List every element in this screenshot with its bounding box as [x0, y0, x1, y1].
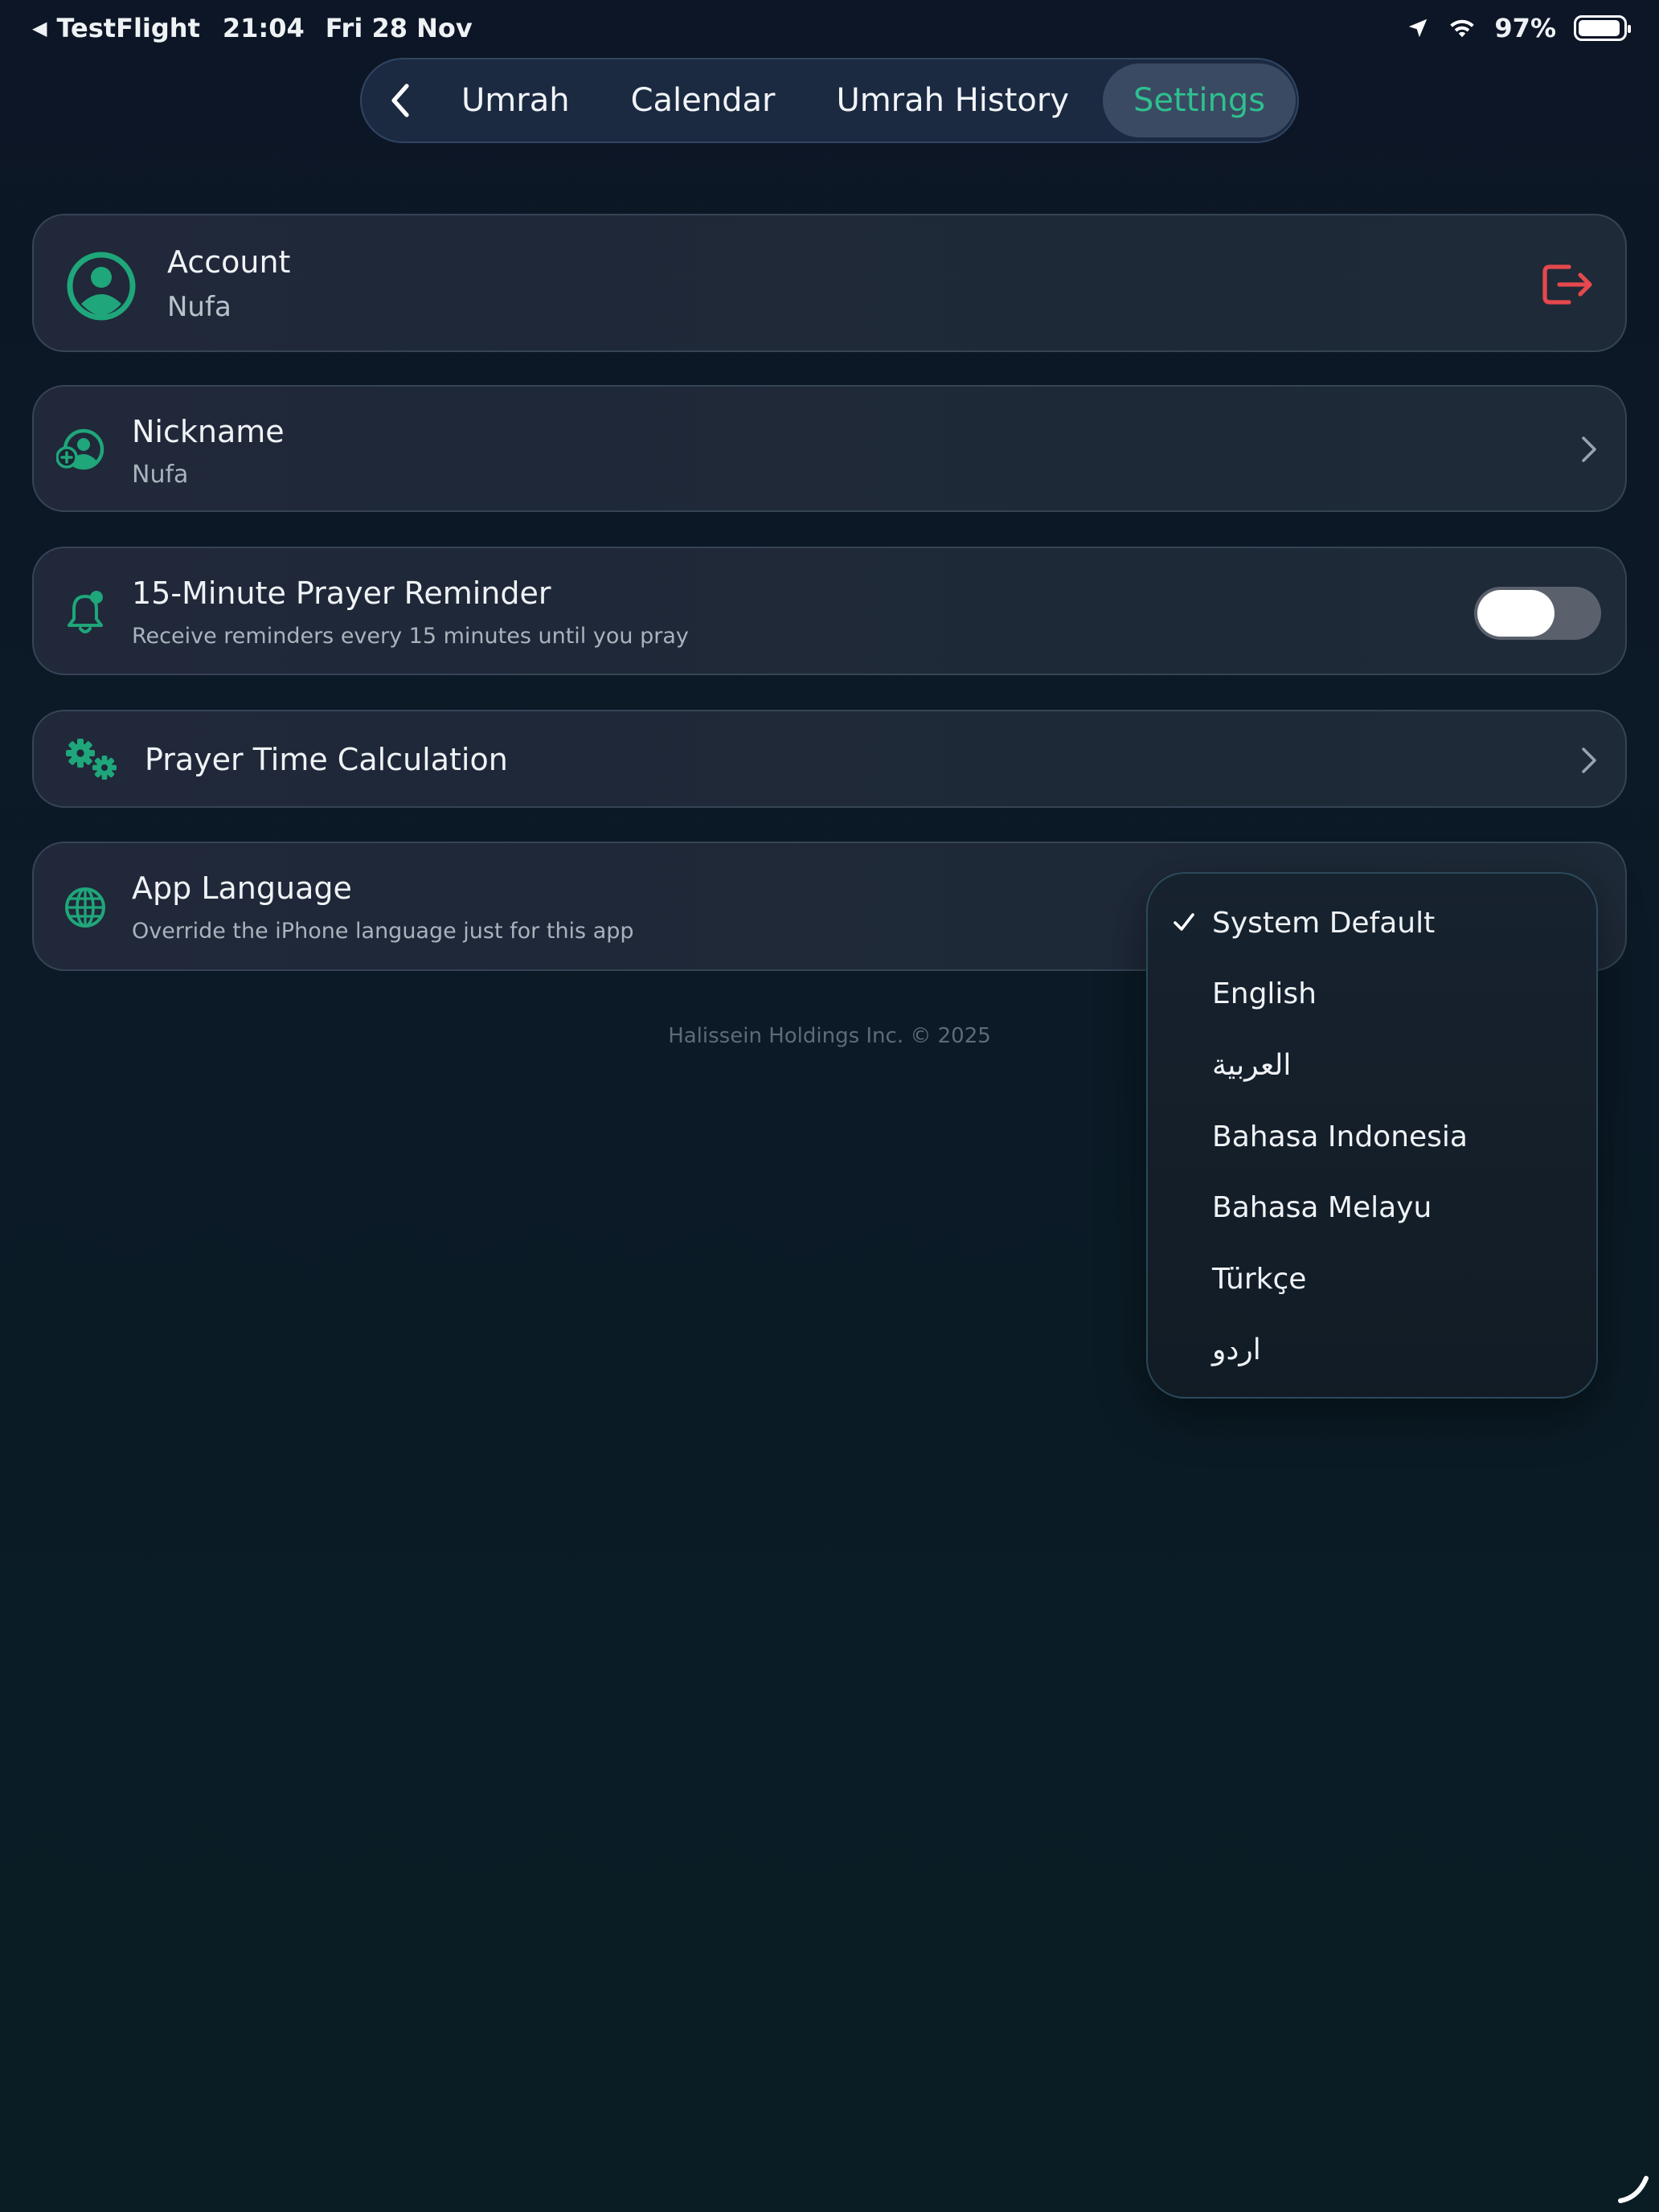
language-dropdown-menu: System Default English العربية Bahasa In… — [1146, 872, 1598, 1399]
language-option-bahasa-melayu[interactable]: Bahasa Melayu — [1148, 1172, 1596, 1243]
account-name: Nufa — [167, 291, 231, 323]
globe-icon — [65, 887, 105, 928]
account-title: Account — [167, 244, 291, 280]
nickname-value: Nufa — [132, 461, 189, 489]
status-time: 21:04 — [222, 13, 305, 43]
battery-icon — [1574, 15, 1631, 41]
nickname-row[interactable]: Nickname Nufa — [32, 385, 1627, 512]
language-option-english[interactable]: English — [1148, 958, 1596, 1029]
language-option-label: System Default — [1212, 906, 1436, 940]
reminder-title: 15-Minute Prayer Reminder — [132, 576, 551, 611]
location-arrow-icon — [1409, 18, 1428, 38]
language-option-label: العربية — [1212, 1048, 1292, 1082]
tab-settings[interactable]: Settings — [1103, 63, 1296, 137]
corner-gesture-icon — [1618, 2176, 1649, 2203]
top-tab-bar: Umrah Calendar Umrah History Settings — [360, 58, 1299, 143]
language-option-turkish[interactable]: Türkçe — [1148, 1243, 1596, 1314]
gears-icon — [66, 739, 117, 780]
language-option-label: English — [1212, 977, 1317, 1010]
bell-icon — [68, 591, 103, 633]
back-app-label[interactable]: TestFlight — [56, 13, 199, 43]
back-button[interactable] — [370, 59, 431, 141]
reminder-toggle[interactable] — [1474, 587, 1601, 640]
language-option-label: Türkçe — [1212, 1262, 1307, 1296]
tab-calendar[interactable]: Calendar — [600, 63, 806, 137]
language-title: App Language — [132, 870, 352, 906]
language-option-label: Bahasa Indonesia — [1212, 1120, 1468, 1153]
checkmark-icon — [1174, 913, 1194, 931]
sign-out-icon[interactable] — [1540, 260, 1595, 309]
chevron-right-icon — [1582, 748, 1596, 773]
chevron-right-icon — [1582, 436, 1596, 462]
status-bar-left[interactable]: ◀ TestFlight 21:04 Fri 28 Nov — [32, 13, 473, 43]
prayer-calc-title: Prayer Time Calculation — [145, 742, 508, 777]
language-option-label: Bahasa Melayu — [1212, 1190, 1432, 1224]
tab-umrah-history[interactable]: Umrah History — [805, 63, 1100, 137]
account-card: Account Nufa — [32, 214, 1627, 352]
user-circle-icon — [67, 252, 136, 321]
language-option-system-default[interactable]: System Default — [1148, 887, 1596, 958]
nickname-title: Nickname — [132, 414, 285, 449]
tab-umrah[interactable]: Umrah — [431, 63, 600, 137]
user-add-icon — [56, 428, 104, 470]
prayer-time-calculation-row[interactable]: Prayer Time Calculation — [32, 710, 1627, 808]
toggle-knob — [1477, 590, 1555, 637]
language-subtitle: Override the iPhone language just for th… — [132, 919, 634, 944]
back-to-app-icon[interactable]: ◀ — [32, 17, 47, 39]
status-bar-right: 97% — [1406, 13, 1631, 43]
prayer-reminder-row: 15-Minute Prayer Reminder Receive remind… — [32, 547, 1627, 675]
status-bar: ◀ TestFlight 21:04 Fri 28 Nov 97% — [0, 0, 1659, 58]
language-option-arabic[interactable]: العربية — [1148, 1030, 1596, 1100]
reminder-subtitle: Receive reminders every 15 minutes until… — [132, 624, 689, 649]
battery-percent: 97% — [1494, 13, 1556, 43]
wifi-icon — [1450, 19, 1475, 38]
chevron-left-icon — [391, 84, 409, 117]
language-option-label: اردو — [1212, 1333, 1261, 1366]
language-option-urdu[interactable]: اردو — [1148, 1314, 1596, 1385]
language-option-bahasa-indonesia[interactable]: Bahasa Indonesia — [1148, 1101, 1596, 1172]
status-date: Fri 28 Nov — [325, 13, 473, 43]
